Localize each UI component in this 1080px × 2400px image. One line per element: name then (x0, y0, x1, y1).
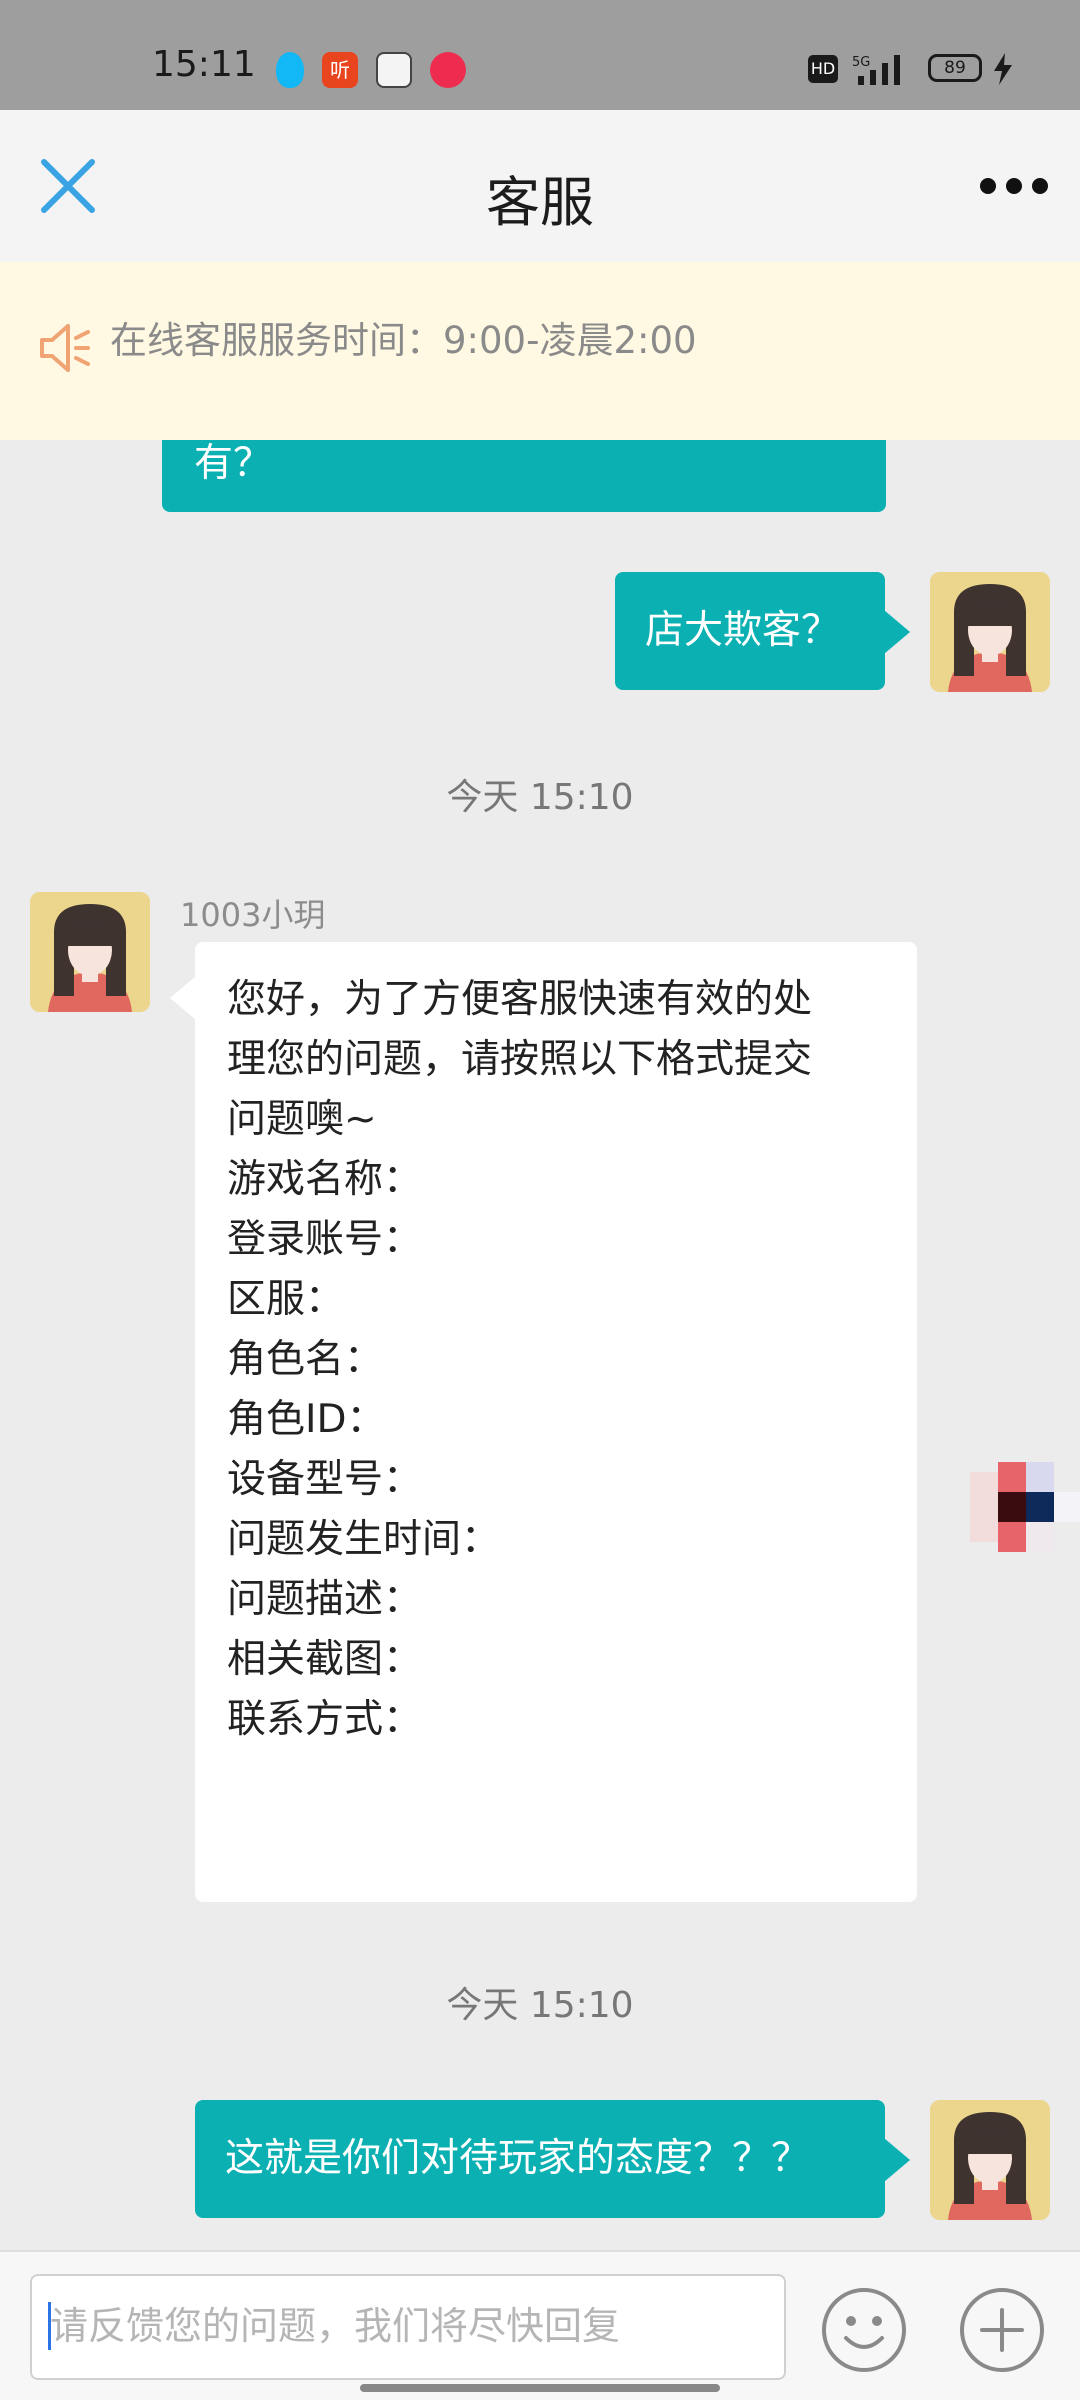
signal-icon: 5G (852, 55, 900, 85)
charging-icon (994, 53, 1012, 85)
qq-icon (276, 52, 304, 88)
bubble-tail (884, 2138, 910, 2182)
message-bubble[interactable]: 这就是你们对待玩家的态度？？？ (195, 2100, 885, 2218)
ting-icon: 听 (322, 52, 358, 88)
input-bar: 请反馈您的问题，我们将尽快回复 (0, 2250, 1080, 2400)
message-line: 问题描述： (227, 1577, 423, 1622)
header: 客服 (0, 110, 1080, 262)
message-text: 店大欺客？ (645, 608, 841, 653)
message-line: 理您的问题，请按照以下格式提交 (227, 1037, 813, 1082)
message-line: 登录账号： (227, 1217, 423, 1262)
message-text: 这就是你们对待玩家的态度？？？ (225, 2136, 811, 2181)
page-title: 客服 (486, 171, 594, 234)
service-hours-notice: 在线客服服务时间：9:00-凌晨2:00 (0, 262, 1080, 440)
avatar[interactable] (30, 892, 150, 1012)
shop-icon (376, 52, 412, 88)
message-line: 设备型号： (227, 1457, 423, 1502)
bubble-tail (170, 976, 196, 1020)
message-line: 问题发生时间： (227, 1517, 501, 1562)
message-line: 角色名： (227, 1337, 384, 1382)
notice-text: 在线客服服务时间：9:00-凌晨2:00 (110, 319, 697, 362)
status-bar: 15:11 听 HD 5G 89 (0, 0, 1080, 110)
avatar[interactable] (930, 572, 1050, 692)
message-text: 有？ (194, 441, 273, 486)
hd-badge: HD (808, 55, 838, 83)
message-line: 问题噢~ (227, 1097, 377, 1142)
message-line: 游戏名称： (227, 1157, 423, 1202)
timestamp: 今天 15:10 (446, 777, 634, 818)
avatar-image (930, 572, 1050, 692)
message-input[interactable]: 请反馈您的问题，我们将尽快回复 (30, 2274, 786, 2380)
more-icon[interactable] (978, 170, 1050, 202)
pixelated-overlay (970, 1462, 1080, 1552)
network-label: 5G (852, 55, 870, 70)
battery-icon: 89 (928, 54, 982, 82)
message-bubble[interactable]: 店大欺客？ (615, 572, 885, 690)
avatar[interactable] (930, 2100, 1050, 2220)
avatar-image (930, 2100, 1050, 2220)
message-line: 联系方式： (227, 1697, 423, 1742)
message-line: 相关截图： (227, 1637, 423, 1682)
message-line: 区服： (227, 1277, 345, 1322)
speaker-icon (40, 324, 90, 372)
message-line: 角色ID： (227, 1397, 386, 1442)
pdd-icon (430, 52, 466, 88)
message-bubble[interactable]: 您好，为了方便客服快速有效的处 理您的问题，请按照以下格式提交 问题噢~ 游戏名… (195, 942, 917, 1902)
text-caret (48, 2302, 51, 2350)
message-line: 您好，为了方便客服快速有效的处 (227, 977, 813, 1022)
status-time: 15:11 (152, 44, 256, 85)
timestamp: 今天 15:10 (446, 1985, 634, 2026)
plus-icon[interactable] (958, 2286, 1046, 2374)
message-list[interactable]: 有？ 店大欺客？ 今天 15:10 1003小玥 您好，为了方便客服快速有效的处… (0, 290, 1080, 2250)
chat-screen: 15:11 听 HD 5G 89 客服 在线客服服务时间：9:00-凌晨2:00… (0, 0, 1080, 2400)
avatar-image (30, 892, 150, 1012)
emoji-icon[interactable] (820, 2286, 908, 2374)
home-indicator[interactable] (360, 2384, 720, 2392)
sender-name: 1003小玥 (180, 896, 326, 934)
bubble-tail (884, 610, 910, 654)
